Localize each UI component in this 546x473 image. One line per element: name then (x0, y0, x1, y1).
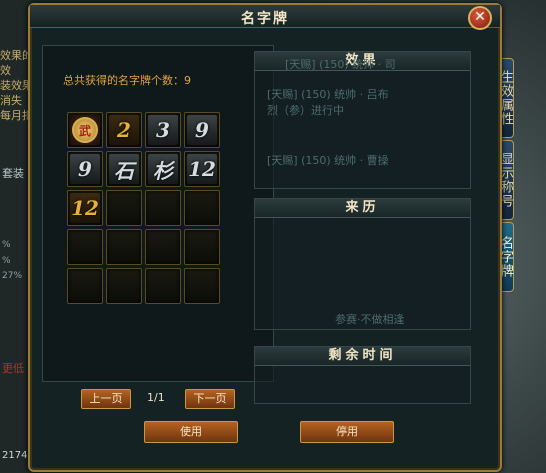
use-button[interactable]: 使用 (144, 421, 238, 443)
card-slot[interactable]: 石 (106, 151, 142, 187)
prev-page-button[interactable]: 上一页 (81, 389, 131, 409)
name-card-glyph: 9 (78, 157, 92, 181)
card-slot[interactable] (145, 268, 181, 304)
name-card-glyph: 12 (188, 157, 216, 181)
card-slot[interactable] (106, 229, 142, 265)
bg-red-text: 更低 (2, 362, 24, 375)
bg-bottom-number: 2174 (2, 450, 28, 461)
remaining-time-panel: 剩余时间 (254, 346, 471, 404)
title-bar: 名字牌 ✕ (30, 5, 500, 30)
name-card-glyph: 杉 (153, 158, 173, 183)
name-card[interactable]: 12 (187, 154, 217, 184)
name-card-glyph: 2 (117, 118, 131, 142)
card-slot[interactable] (67, 268, 103, 304)
name-card-window: 名字牌 ✕ 总共获得的名字牌个数：9 武 2 3 9 9 石杉 12 12 上一页 1/1 下… (28, 3, 502, 472)
bg-percent-2: % (2, 256, 11, 266)
card-slot[interactable]: 9 (184, 112, 220, 148)
card-slot[interactable] (145, 229, 181, 265)
name-card[interactable]: 武 (70, 115, 100, 145)
stop-button[interactable]: 停用 (300, 421, 394, 443)
name-card-glyph: 9 (195, 118, 209, 142)
name-card-glyph: 12 (71, 196, 99, 220)
name-card[interactable]: 石 (109, 154, 139, 184)
card-count: 总共获得的名字牌个数：9 (63, 74, 191, 87)
card-slot[interactable]: 杉 (145, 151, 181, 187)
origin-panel: 来历 参赛·不做相逢 (254, 198, 471, 330)
window-title: 名字牌 (241, 11, 289, 27)
card-slot[interactable]: 3 (145, 112, 181, 148)
ghost-line-6: 参赛·不做相逢 (335, 313, 405, 326)
ghost-line-5: [天赐] (150) 统帅 · 曹操 (267, 154, 389, 167)
name-card-glyph: 石 (114, 158, 134, 183)
card-slot[interactable] (184, 268, 220, 304)
origin-header: 来历 (255, 199, 470, 218)
bg-percent-3: 27% (2, 271, 23, 281)
page-indicator: 1/1 (147, 391, 165, 404)
card-slot[interactable]: 12 (67, 190, 103, 226)
remaining-time-header: 剩余时间 (255, 347, 470, 366)
name-card[interactable]: 3 (148, 115, 178, 145)
name-card[interactable]: 2 (109, 115, 139, 145)
card-slot[interactable] (184, 229, 220, 265)
card-slot[interactable]: 2 (106, 112, 142, 148)
card-slot[interactable] (106, 190, 142, 226)
card-slot[interactable]: 12 (184, 151, 220, 187)
name-card-glyph: 3 (156, 118, 170, 142)
bg-percent-1: % (2, 240, 11, 250)
card-slot[interactable] (184, 190, 220, 226)
close-icon[interactable]: ✕ (468, 6, 492, 30)
card-slot[interactable] (145, 190, 181, 226)
name-card[interactable]: 12 (70, 193, 100, 223)
card-slot[interactable] (106, 268, 142, 304)
card-slot[interactable]: 武 (67, 112, 103, 148)
ghost-line-1: [天赐] (150) 统帅 · 司 (285, 58, 396, 71)
card-slot[interactable]: 9 (67, 151, 103, 187)
effect-panel: 效果 [天赐] (150) 统帅 · 司 烈（参）进行中 [天赐] (150) … (254, 51, 471, 189)
name-card-badge: 武 (72, 117, 98, 143)
ghost-line-3: [天赐] (150) 统帅 · 吕布 (267, 88, 389, 101)
name-card[interactable]: 杉 (148, 154, 178, 184)
card-slot[interactable] (67, 229, 103, 265)
name-card[interactable]: 9 (187, 115, 217, 145)
name-card[interactable]: 9 (70, 154, 100, 184)
ghost-line-2: 烈（参）进行中 (267, 104, 344, 117)
bg-side-label: 套装 (2, 167, 24, 180)
collection-panel: 总共获得的名字牌个数：9 武 2 3 9 9 石杉 12 12 上一页 1/1 下一页 (42, 45, 274, 409)
next-page-button[interactable]: 下一页 (185, 389, 235, 409)
